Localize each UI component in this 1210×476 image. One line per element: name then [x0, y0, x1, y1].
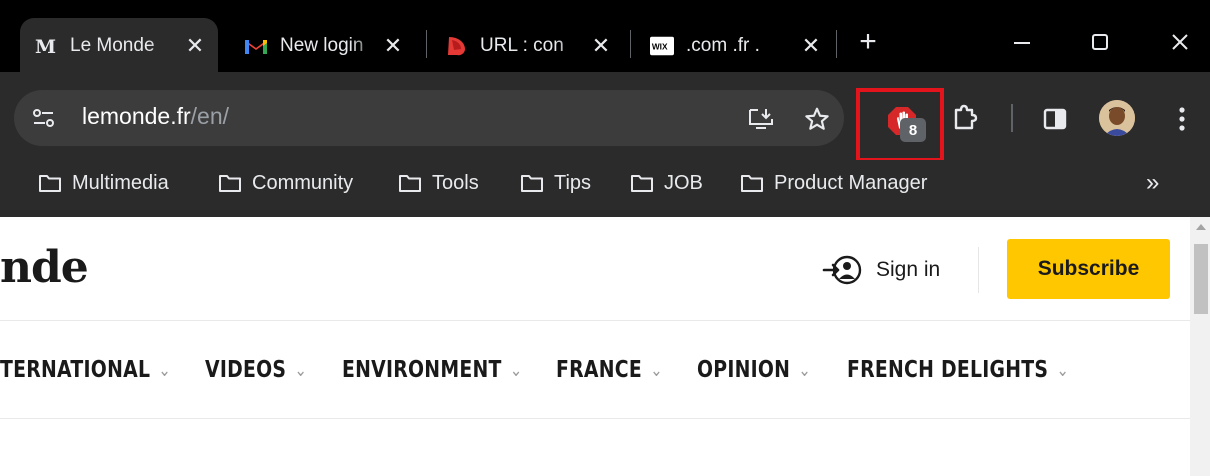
url-path: /en/: [190, 103, 230, 129]
bookmark-folder-job[interactable]: JOB: [630, 168, 703, 198]
sign-in-icon: [822, 255, 862, 285]
nav-label: FRENCH DELIGHTS: [847, 357, 1049, 383]
gmail-icon: [244, 34, 268, 58]
scroll-up-arrow-icon[interactable]: [1196, 224, 1206, 230]
tab-separator: [630, 30, 631, 58]
highlight-box: [856, 88, 944, 162]
bookmark-label: JOB: [664, 171, 703, 194]
nav-fade: [1085, 321, 1135, 418]
nav-label: FRANCE: [556, 357, 642, 383]
nav-item-videos[interactable]: VIDEOS ⌄: [205, 352, 307, 388]
header-divider: [978, 247, 979, 293]
bookmark-star-icon[interactable]: [802, 104, 832, 134]
close-tab-icon[interactable]: ✕: [798, 33, 824, 59]
tab-le-monde[interactable]: M Le Monde ✕: [20, 18, 218, 74]
chevron-down-icon: ⌄: [798, 359, 812, 381]
nav-item-french-delights[interactable]: FRENCH DELIGHTS ⌄: [847, 352, 1069, 388]
bookmark-folder-tips[interactable]: Tips: [520, 168, 591, 198]
le-monde-icon: M: [34, 34, 58, 58]
maximize-icon: [1092, 34, 1108, 50]
bookmark-folder-product-manager[interactable]: Product Manager: [740, 168, 927, 198]
close-window-button[interactable]: [1150, 18, 1210, 66]
tab-wix[interactable]: WIX .com .fr . ✕: [638, 18, 834, 74]
tab-gmail[interactable]: New login ✕: [232, 18, 416, 74]
close-tab-icon[interactable]: ✕: [182, 33, 208, 59]
chevron-down-icon: ⌄: [294, 359, 308, 381]
nav-item-environment[interactable]: ENVIRONMENT ⌄: [342, 352, 522, 388]
tab-separator: [426, 30, 427, 58]
side-panel-icon[interactable]: [1040, 104, 1070, 134]
nav-label: TERNATIONAL: [0, 357, 151, 383]
tab-title: URL : con: [480, 35, 564, 56]
toolbar-separator: [1011, 104, 1013, 132]
nav-item-international[interactable]: TERNATIONAL ⌄: [0, 352, 171, 388]
bookmark-folder-tools[interactable]: Tools: [398, 168, 479, 198]
subscribe-button[interactable]: Subscribe: [1007, 239, 1170, 299]
chevron-down-icon: ⌄: [158, 359, 172, 381]
install-app-icon[interactable]: [746, 105, 776, 133]
folder-icon: [399, 175, 421, 192]
folder-icon: [39, 175, 61, 192]
sign-in-link[interactable]: Sign in: [822, 252, 940, 288]
nav-item-opinion[interactable]: OPINION ⌄: [697, 352, 811, 388]
bookmark-label: Multimedia: [72, 171, 169, 194]
nav-label: ENVIRONMENT: [342, 357, 502, 383]
folder-icon: [741, 175, 763, 192]
close-tab-icon[interactable]: ✕: [588, 33, 614, 59]
bookmark-label: Tools: [432, 171, 479, 194]
chevron-down-icon: ⌄: [1056, 359, 1070, 381]
red-shape-icon: [444, 34, 468, 58]
svg-text:WIX: WIX: [652, 42, 668, 52]
close-icon: [1172, 34, 1188, 50]
folder-icon: [521, 175, 543, 192]
url-host: lemonde.fr: [82, 103, 191, 129]
bookmark-folder-multimedia[interactable]: Multimedia: [38, 168, 169, 198]
wix-icon: WIX: [650, 34, 674, 58]
bookmarks-overflow-button[interactable]: »: [1146, 168, 1159, 198]
tab-url[interactable]: URL : con ✕: [432, 18, 624, 74]
bookmark-label: Product Manager: [774, 171, 928, 194]
divider: [0, 418, 1190, 419]
minimize-button[interactable]: [992, 18, 1052, 66]
chevron-down-icon: ⌄: [509, 359, 523, 381]
close-tab-icon[interactable]: ✕: [380, 33, 406, 59]
bookmark-label: Community: [252, 171, 354, 194]
svg-text:M: M: [35, 36, 56, 56]
minimize-icon: [1014, 42, 1030, 44]
tab-title: New login: [280, 35, 364, 56]
url-text[interactable]: lemonde.fr/en/: [82, 103, 229, 130]
folder-icon: [219, 175, 241, 192]
extensions-puzzle-icon[interactable]: [948, 102, 980, 134]
tab-separator: [836, 30, 837, 58]
sign-in-label: Sign in: [876, 258, 941, 281]
menu-kebab-icon[interactable]: [1168, 104, 1196, 134]
bookmarks-bar: [0, 160, 1210, 217]
chevron-down-icon: ⌄: [650, 359, 663, 381]
folder-icon: [631, 175, 653, 192]
tab-title: Le Monde: [70, 35, 155, 56]
scrollbar-thumb[interactable]: [1194, 244, 1208, 314]
avatar-photo-icon: [1099, 100, 1135, 136]
maximize-button[interactable]: [1070, 18, 1130, 66]
nav-label: OPINION: [697, 357, 791, 383]
nav-label: VIDEOS: [205, 357, 287, 383]
site-logo[interactable]: nde: [0, 242, 89, 293]
bookmark-folder-community[interactable]: Community: [218, 168, 353, 198]
profile-avatar[interactable]: [1099, 100, 1135, 136]
bookmark-label: Tips: [554, 171, 592, 194]
new-tab-button[interactable]: +: [838, 18, 898, 66]
tab-title: .com .fr .: [686, 35, 760, 56]
site-info-icon[interactable]: [30, 104, 58, 132]
nav-item-france[interactable]: FRANCE ⌄: [556, 352, 663, 388]
